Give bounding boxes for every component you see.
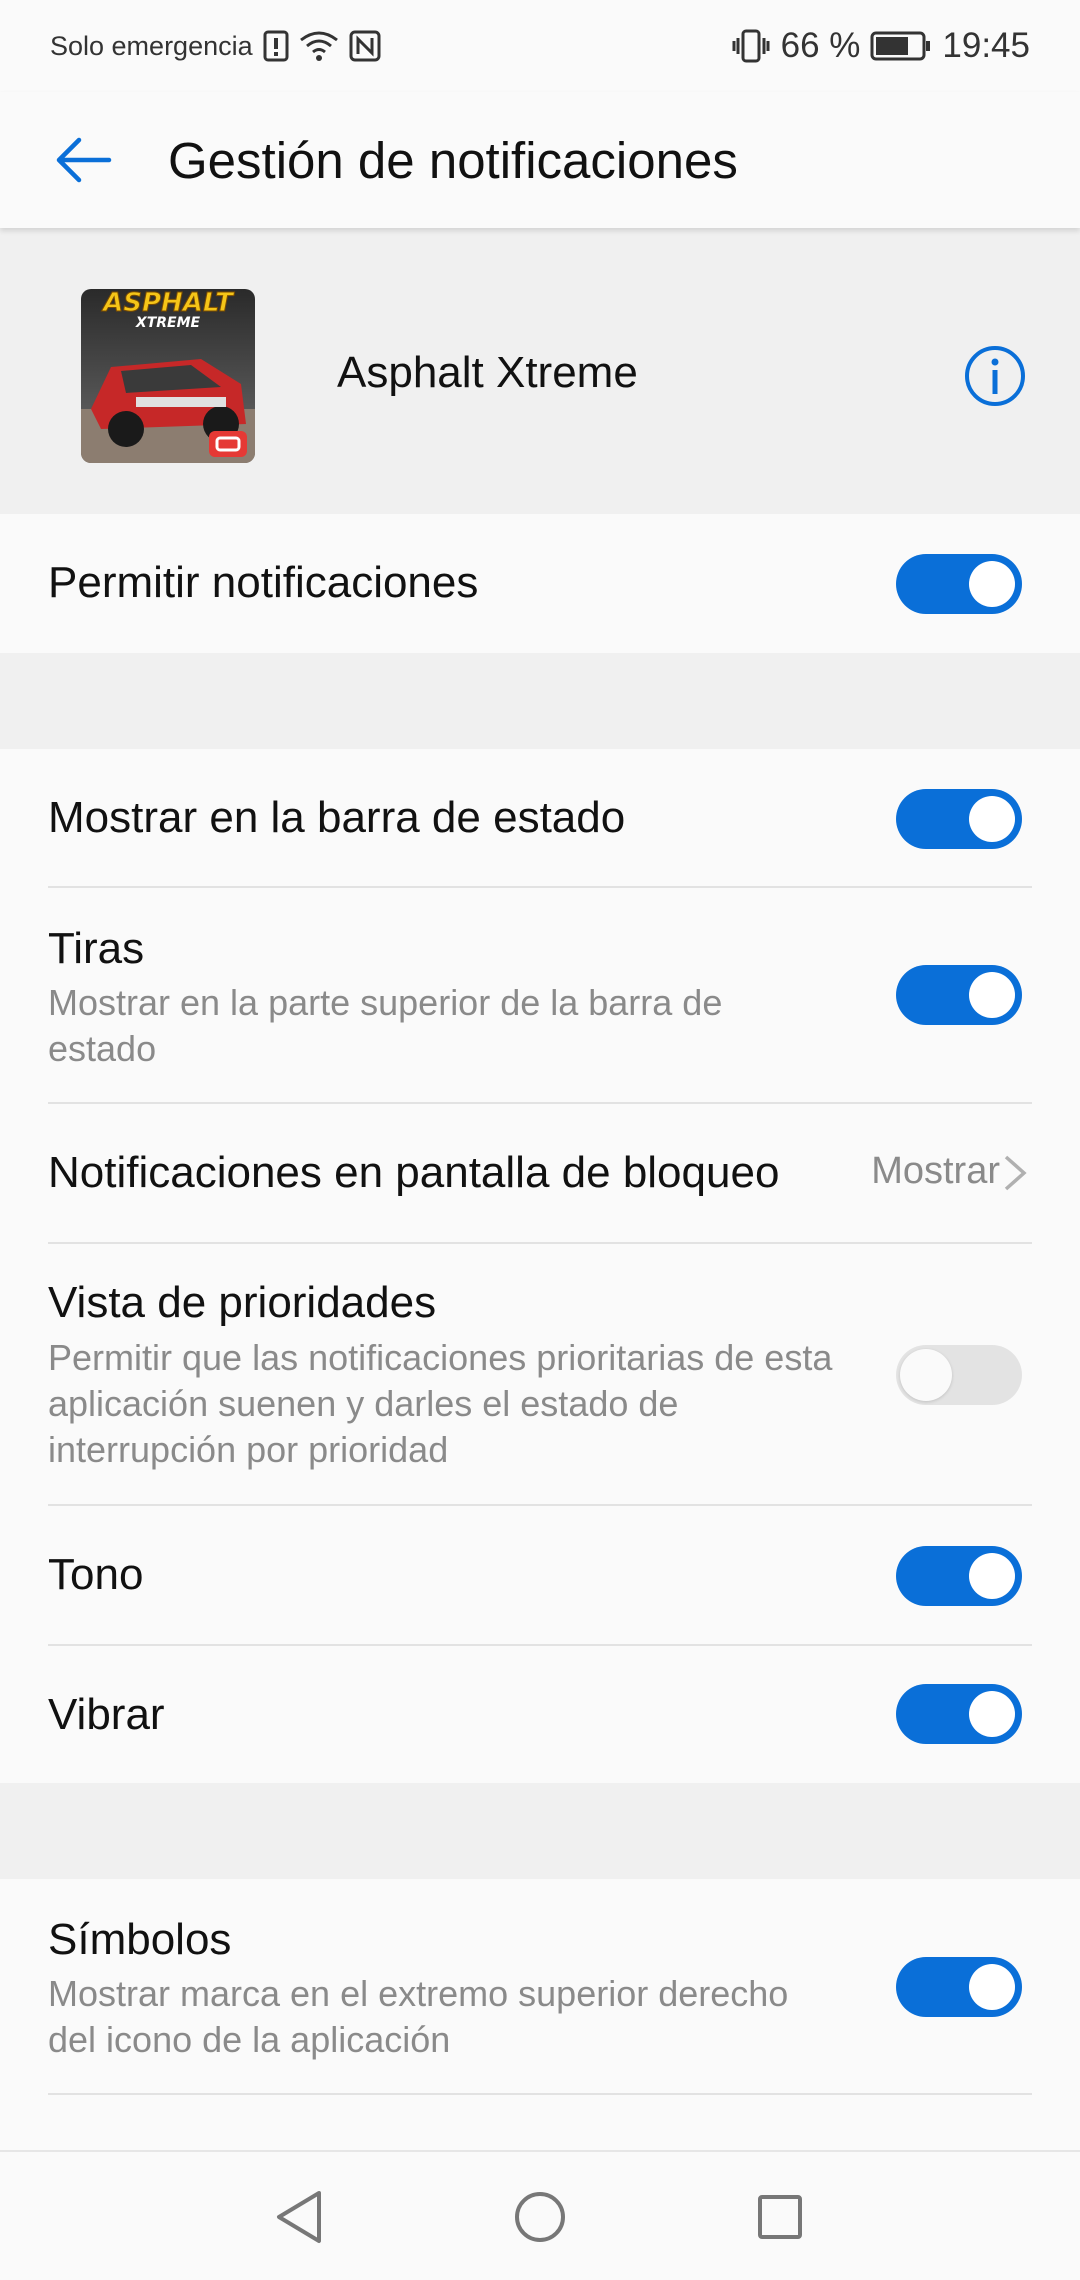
allow-section: Permitir notificaciones [0,514,1080,653]
sound-row[interactable]: Tono [0,1506,1080,1644]
status-bar-label: Mostrar en la barra de estado [48,793,626,842]
status-bar: Solo emergencia 66 % 19:45 [0,0,1080,92]
back-triangle-icon [277,2191,321,2243]
vibrate-row[interactable]: Vibrar [0,1646,1080,1783]
carrier-label: Solo emergencia [50,30,253,61]
nav-back-button[interactable] [264,2182,334,2252]
banners-row[interactable]: Tiras Mostrar en la parte superior de la… [0,888,1080,1102]
nav-recents-button[interactable] [745,2182,815,2252]
badges-label: Símbolos [48,1915,232,1964]
status-left: Solo emergencia [50,30,381,62]
battery-percent: 66 % [780,26,861,65]
toggle-knob [969,1964,1015,2010]
page-title: Gestión de notificaciones [168,131,738,189]
banners-description: Mostrar en la parte superior de la barra… [48,982,723,1069]
lock-screen-row[interactable]: Notificaciones en pantalla de bloqueo Mo… [0,1104,1080,1242]
toggle-knob [969,796,1015,842]
toggle-knob [969,1691,1015,1737]
status-bar-row[interactable]: Mostrar en la barra de estado [0,749,1080,887]
badges-section: Símbolos Mostrar marca en el extremo sup… [0,1879,1080,2150]
notification-options-section: Mostrar en la barra de estado Tiras Most… [0,749,1080,1783]
vibrate-icon [731,29,771,63]
allow-notifications-row[interactable]: Permitir notificaciones [0,514,1080,653]
app-icon-title: ASPHALT [101,289,235,318]
back-button[interactable] [40,117,126,203]
lock-screen-value: Mostrar [871,1150,1000,1192]
battery-icon [870,31,932,61]
divider [48,2093,1032,2095]
toggle-knob [969,561,1015,607]
app-name: Asphalt Xtreme [337,348,638,397]
app-info-button[interactable] [963,344,1027,408]
back-arrow-icon [56,137,112,183]
priority-label: Vista de prioridades [48,1278,437,1327]
app-icon-subtitle: XTREME [135,315,201,331]
app-bar: Gestión de notificaciones [0,92,1080,228]
nav-home-button[interactable] [505,2182,575,2252]
toggle-knob [900,1349,952,1401]
vibrate-label: Vibrar [48,1690,165,1739]
lock-screen-label: Notificaciones en pantalla de bloqueo [48,1148,780,1197]
wifi-icon [299,30,339,62]
recents-square-icon [758,2195,802,2239]
badges-row[interactable]: Símbolos Mostrar marca en el extremo sup… [0,1879,1080,2093]
section-gap [0,1783,1080,1879]
chevron-right-icon [1004,1155,1027,1191]
status-bar-toggle[interactable] [896,789,1022,849]
banners-toggle[interactable] [896,965,1022,1025]
sound-label: Tono [48,1550,144,1599]
sound-toggle[interactable] [896,1546,1022,1606]
allow-notifications-label: Permitir notificaciones [48,558,479,607]
nfc-icon [349,30,381,62]
priority-toggle[interactable] [896,1345,1022,1405]
vibrate-toggle[interactable] [896,1684,1022,1744]
navigation-bar [0,2150,1080,2280]
toggle-knob [969,972,1015,1018]
badges-toggle[interactable] [896,1957,1022,2017]
status-right: 66 % 19:45 [731,26,1030,66]
priority-description: Permitir que las notificaciones priorita… [48,1337,833,1470]
info-icon [965,346,1025,406]
toggle-knob [969,1553,1015,1599]
app-icon: ASPHALT XTREME [81,289,255,463]
section-gap [0,653,1080,749]
badges-description: Mostrar marca en el extremo superior der… [48,1973,789,2060]
banners-label: Tiras [48,924,145,973]
alert-icon [263,30,289,62]
app-header: ASPHALT XTREME Asphalt Xtreme [0,228,1080,514]
allow-notifications-toggle[interactable] [896,554,1022,614]
clock: 19:45 [942,26,1030,65]
priority-row[interactable]: Vista de prioridades Permitir que las no… [0,1244,1080,1504]
home-circle-icon [515,2192,565,2242]
